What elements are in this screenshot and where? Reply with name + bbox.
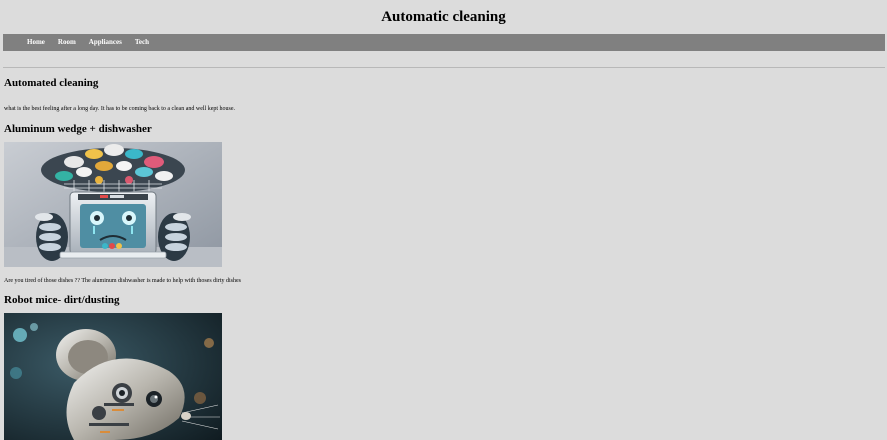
page: Automatic cleaning Home Room Appliances … (0, 0, 887, 440)
nav-link-room[interactable]: Room (58, 34, 76, 51)
dishwasher-image (4, 142, 222, 267)
nav-link-tech[interactable]: Tech (135, 34, 149, 51)
top-navbar: Home Room Appliances Tech (3, 34, 885, 51)
intro-paragraph: what is the best feeling after a long da… (4, 106, 236, 112)
dishwasher-heading: Aluminum wedge + dishwasher (4, 123, 152, 135)
nav-link-appliances[interactable]: Appliances (89, 34, 122, 51)
intro-heading: Automated cleaning (4, 77, 99, 89)
site-title: Automatic cleaning (381, 9, 506, 25)
robot-mouse-image (4, 313, 222, 440)
dishwasher-description: Are you tired of those dishes ?? The alu… (4, 278, 242, 284)
nav-link-home[interactable]: Home (27, 34, 45, 51)
horizontal-divider (3, 67, 885, 68)
robot-mice-heading: Robot mice- dirt/dusting (4, 294, 120, 306)
